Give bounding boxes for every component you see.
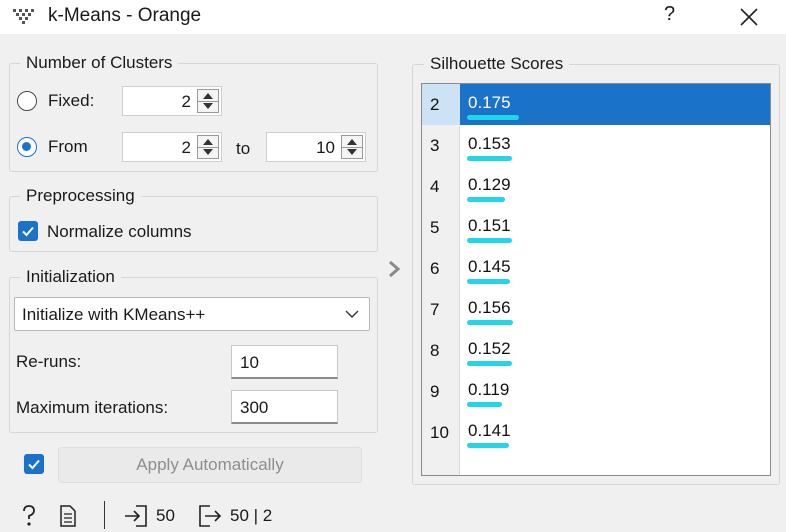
table-row[interactable]: 8 0.152 [422,330,770,371]
from-spinbox[interactable]: 2 [122,132,222,162]
silhouette-score-cell: 0.153 [468,134,511,153]
cluster-count-cell: 9 [430,382,440,401]
cluster-count-cell: 8 [430,341,440,360]
to-label: to [236,139,251,158]
score-bar [467,238,512,243]
silhouette-score-cell: 0.151 [468,216,511,235]
reruns-label: Re-runs: [16,352,82,371]
table-row[interactable]: 4 0.129 [422,166,770,207]
score-bar [467,156,512,161]
normalize-columns-checkbox[interactable] [18,221,38,241]
cluster-count-cell: 7 [430,300,440,319]
close-icon[interactable] [738,6,760,28]
from-stepper-arrows[interactable] [197,135,219,159]
cluster-count-cell: 4 [430,177,440,196]
score-bar [467,197,505,202]
silhouette-score-cell: 0.152 [468,339,511,358]
fixed-label: Fixed: [48,91,95,110]
report-icon[interactable] [60,505,76,527]
input-icon [125,505,147,527]
max-iterations-input[interactable]: 300 [231,390,338,424]
preprocessing-legend: Preprocessing [20,186,141,206]
cluster-count-cell: 10 [430,423,449,442]
fixed-radio[interactable] [17,91,37,111]
chevron-down-icon [345,310,359,318]
to-spinbox[interactable]: 10 [266,132,366,162]
initialization-method-dropdown[interactable]: Initialize with KMeans++ [14,297,370,331]
score-bar [467,361,512,366]
number-of-clusters-legend: Number of Clusters [20,53,179,73]
silhouette-score-cell: 0.145 [468,257,511,276]
initialization-method-value: Initialize with KMeans++ [22,305,206,324]
footer-divider [104,501,105,529]
max-iterations-value: 300 [240,398,269,417]
from-radio[interactable] [17,137,37,157]
apply-automatically-checkbox[interactable] [24,454,44,474]
from-label: From [48,137,88,156]
to-value: 10 [316,138,335,157]
reruns-input[interactable]: 10 [231,345,338,379]
table-row[interactable]: 2 0.175 [422,84,770,125]
normalize-columns-label: Normalize columns [47,222,192,241]
max-iterations-label: Maximum iterations: [16,398,169,417]
cluster-count-cell: 3 [430,136,440,155]
silhouette-score-cell: 0.156 [468,298,511,317]
help-icon[interactable] [20,505,38,527]
score-bar [467,279,510,284]
table-row[interactable]: 6 0.145 [422,248,770,289]
score-bar [467,320,513,325]
cluster-count-cell: 2 [422,84,460,125]
input-count: 50 [156,506,175,525]
chevron-right-icon[interactable] [387,260,401,278]
reruns-value: 10 [240,353,259,372]
fixed-spinbox[interactable]: 2 [122,86,222,116]
table-row[interactable]: 3 0.153 [422,125,770,166]
table-row[interactable]: 10 0.141 [422,412,770,453]
orange-widget-icon [13,9,34,24]
fixed-stepper-arrows[interactable] [197,89,219,113]
checkmark-icon [22,226,34,237]
output-count: 50 | 2 [230,506,273,525]
table-row[interactable]: 7 0.156 [422,289,770,330]
silhouette-score-cell: 0.119 [468,380,510,399]
from-value: 2 [181,138,191,157]
title-bar: k-Means - Orange ? [0,0,786,34]
score-bar [467,115,519,120]
silhouette-score-cell: 0.175 [468,93,511,112]
silhouette-score-cell: 0.129 [468,175,511,194]
silhouette-scores-table[interactable]: 2 0.175 3 0.153 4 0.129 5 0.151 6 0.145 7 0.156 8 0.1… [421,83,771,476]
silhouette-score-cell: 0.141 [468,421,511,440]
initialization-legend: Initialization [20,267,121,287]
output-icon [199,505,222,527]
window-title: k-Means - Orange [48,5,202,26]
cluster-count-cell: 5 [430,218,440,237]
apply-automatically-button[interactable]: Apply Automatically [58,447,362,483]
checkmark-icon [28,459,40,470]
score-bar [467,402,502,407]
help-button[interactable]: ? [664,3,675,26]
silhouette-scores-legend: Silhouette Scores [424,54,570,74]
fixed-value: 2 [181,92,191,111]
score-bar [467,443,509,448]
to-stepper-arrows[interactable] [341,135,363,159]
cluster-count-cell: 6 [430,259,440,278]
table-row[interactable]: 5 0.151 [422,207,770,248]
table-row[interactable]: 9 0.119 [422,371,770,412]
